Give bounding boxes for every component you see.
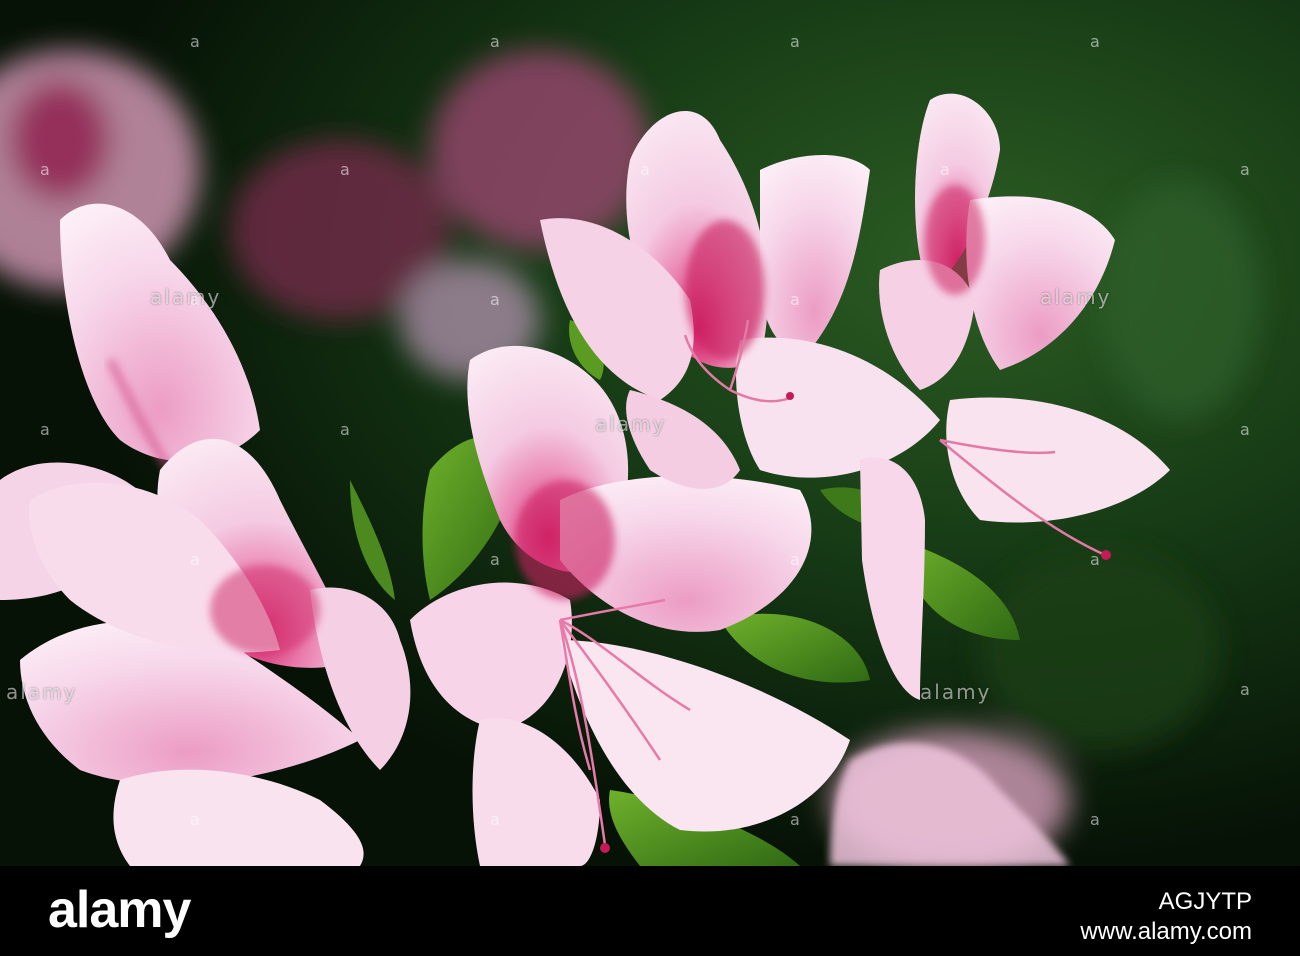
watermark-mark-24: a	[1090, 810, 1100, 829]
watermark-mark-20: a	[1240, 680, 1250, 699]
watermark-mark-18: a	[790, 550, 800, 569]
site-url-label: www.alamy.com	[1080, 918, 1252, 945]
image-id-label: AGJYTP	[1158, 888, 1252, 915]
watermark-mark-2: a	[490, 32, 500, 51]
watermark-mark-8: a	[940, 160, 950, 179]
watermark-right-top: alamy	[1040, 285, 1112, 309]
watermark-mark-13: a	[40, 420, 50, 439]
watermark-mark-11: a	[490, 290, 500, 309]
watermark-mark-15: a	[1240, 420, 1250, 439]
watermark-mark-3: a	[790, 32, 800, 51]
watermark-mark-23: a	[790, 810, 800, 829]
watermark-left-middle: alamy	[150, 285, 222, 309]
watermark-mark-9: a	[1240, 160, 1250, 179]
watermark-mark-17: a	[490, 550, 500, 569]
watermark-center: alamy	[595, 412, 667, 436]
watermark-mark-16: a	[190, 550, 200, 569]
watermark-mark-7: a	[640, 160, 650, 179]
alamy-logo: alamy	[48, 881, 191, 939]
watermark-mark-22: a	[490, 810, 500, 829]
watermark-mark-14: a	[340, 420, 350, 439]
watermark-mark-4: a	[1090, 32, 1100, 51]
watermark-mark-19: a	[1090, 550, 1100, 569]
watermark-mark-21: a	[190, 810, 200, 829]
stock-footer-bar: alamy AGJYTP www.alamy.com	[0, 866, 1300, 956]
watermark-mark-12: a	[790, 290, 800, 309]
stock-photo-frame: alamy alamy alamy alamy alamy a a a a a …	[0, 0, 1300, 956]
watermark-bottom-right: alamy	[920, 680, 992, 704]
watermark-mark-1: a	[190, 32, 200, 51]
watermark-bottom-left: alamy	[6, 680, 78, 704]
watermark-mark-6: a	[340, 160, 350, 179]
watermark-mark-5: a	[40, 160, 50, 179]
watermark-mark-10: a	[190, 290, 200, 309]
